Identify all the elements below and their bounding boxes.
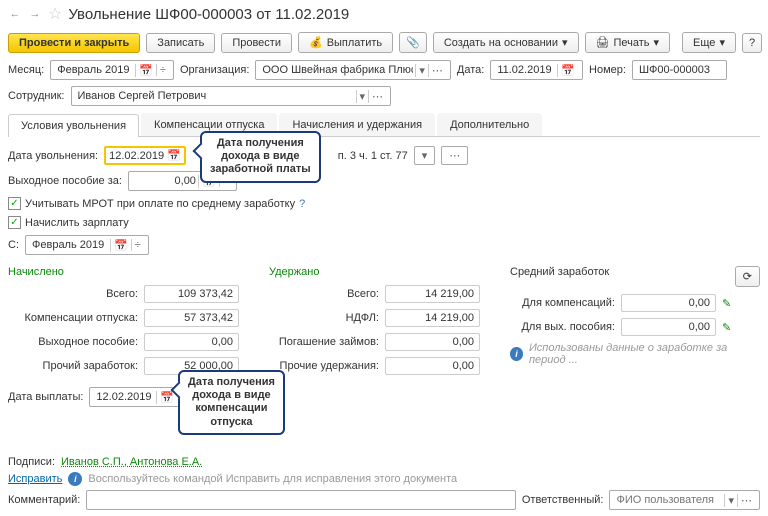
reason-suffix: п. 3 ч. 1 ст. 77: [338, 150, 408, 162]
total-wh: 14 219,00: [385, 285, 480, 303]
date-cal[interactable]: 📅: [557, 64, 578, 77]
info-icon-fix: i: [68, 472, 82, 486]
number-field[interactable]: [637, 63, 722, 77]
save-button[interactable]: Записать: [146, 33, 215, 53]
for-sev-val: 0,00: [621, 318, 716, 336]
post-button[interactable]: Провести: [221, 33, 292, 53]
other-label: Прочий заработок:: [8, 360, 138, 372]
ndfl-val: 14 219,00: [385, 309, 480, 327]
other-wh-label: Прочие удержания:: [269, 360, 379, 372]
month-label: Месяц:: [8, 64, 44, 76]
sev-sum-label: Выходное пособие:: [8, 336, 138, 348]
from-cal[interactable]: 📅: [110, 239, 131, 252]
ndfl-label: НДФЛ:: [269, 312, 379, 324]
total-acc: 109 373,42: [144, 285, 239, 303]
for-comp-val: 0,00: [621, 294, 716, 312]
month-field[interactable]: [55, 63, 135, 77]
fix-link[interactable]: Исправить: [8, 473, 62, 485]
comp-val: 57 373,42: [144, 309, 239, 327]
pencil-icon-2[interactable]: ✎: [722, 321, 731, 334]
loan-label: Погашение займов:: [269, 336, 379, 348]
chevron-down-icon: ▾: [562, 36, 568, 49]
create-based-button[interactable]: Создать на основании ▾: [433, 32, 579, 53]
pay-date-field[interactable]: [94, 390, 156, 404]
from-month-field[interactable]: [30, 238, 110, 252]
month-cal-icon[interactable]: 📅: [135, 64, 156, 77]
used-info: Использованы данные о заработке за перио…: [529, 342, 760, 366]
employee-field[interactable]: [76, 89, 356, 103]
dismiss-cal[interactable]: 📅: [167, 149, 181, 162]
for-comp-label: Для компенсаций:: [510, 297, 615, 309]
mrot-label: Учитывать МРОТ при оплате по среднему за…: [25, 198, 295, 210]
calc-salary-checkbox[interactable]: ✓: [8, 216, 21, 229]
number-label: Номер:: [589, 64, 626, 76]
calc-salary-label: Начислить зарплату: [25, 217, 129, 229]
mrot-checkbox[interactable]: ✓: [8, 197, 21, 210]
emp-drop[interactable]: ▾: [356, 90, 369, 103]
callout-income-date-comp: Дата получениядохода в видекомпенсацииот…: [178, 370, 285, 435]
create-based-label: Создать на основании: [444, 37, 558, 49]
org-open[interactable]: ⋯: [428, 64, 446, 77]
refresh-button[interactable]: ⟳: [735, 266, 760, 287]
comment-field[interactable]: [91, 493, 511, 507]
tab-additional[interactable]: Дополнительно: [437, 113, 542, 136]
signatures-label: Подписи:: [8, 456, 55, 468]
attach-button[interactable]: 📎: [399, 32, 427, 53]
more-label: Еще: [693, 37, 715, 49]
from-step[interactable]: ÷: [131, 239, 144, 251]
reason-open[interactable]: ⋯: [446, 149, 463, 162]
withheld-head: Удержано: [269, 266, 480, 282]
severance-label: Выходное пособие за:: [8, 175, 122, 187]
avg-head: Средний заработок: [510, 266, 609, 287]
org-field[interactable]: [260, 63, 415, 77]
from-label: С:: [8, 239, 19, 251]
accrued-head: Начислено: [8, 266, 239, 282]
pencil-icon[interactable]: ✎: [722, 297, 731, 310]
signatures-link[interactable]: Иванов С.П., Антонова Е.А.: [61, 456, 202, 468]
org-drop[interactable]: ▾: [415, 64, 428, 77]
date-label: Дата:: [457, 64, 484, 76]
resp-field[interactable]: [614, 493, 724, 507]
loan-val: 0,00: [385, 333, 480, 351]
pay-label: Выплатить: [327, 37, 382, 49]
severance-field[interactable]: [133, 174, 198, 188]
date-field[interactable]: [495, 63, 557, 77]
total-wh-label: Всего:: [269, 288, 379, 300]
total-label: Всего:: [8, 288, 138, 300]
org-label: Организация:: [180, 64, 249, 76]
for-sev-label: Для вых. пособия:: [510, 321, 615, 333]
post-close-button[interactable]: Провести и закрыть: [8, 33, 140, 53]
page-title: Увольнение ШФ00-000003 от 11.02.2019: [68, 6, 349, 23]
pay-date-label: Дата выплаты:: [8, 391, 83, 403]
print-label: Печать: [613, 37, 649, 49]
more-button[interactable]: Еще ▾: [682, 32, 736, 53]
resp-drop[interactable]: ▾: [724, 494, 737, 507]
other-wh-val: 0,00: [385, 357, 480, 375]
help-button[interactable]: ?: [742, 33, 762, 53]
resp-open[interactable]: ⋯: [737, 494, 755, 507]
fix-hint: Воспользуйтесь командой Исправить для ис…: [88, 473, 457, 485]
info-icon: i: [510, 347, 523, 361]
print-button[interactable]: 🖨 Печать ▾: [585, 32, 671, 53]
callout-income-date-salary: Дата получениядохода в видезаработной пл…: [200, 131, 321, 183]
emp-open[interactable]: ⋯: [368, 90, 386, 103]
sev-sum-val: 0,00: [144, 333, 239, 351]
nav-back-icon[interactable]: ←: [8, 7, 22, 21]
comment-label: Комментарий:: [8, 494, 80, 506]
resp-label: Ответственный:: [522, 494, 604, 506]
pay-button[interactable]: 💰Выплатить: [298, 32, 393, 53]
star-icon[interactable]: ☆: [48, 4, 62, 24]
nav-fwd-icon[interactable]: →: [28, 7, 42, 21]
tab-conditions[interactable]: Условия увольнения: [8, 114, 139, 137]
comp-label: Компенсации отпуска:: [8, 312, 138, 324]
mrot-help[interactable]: ?: [299, 198, 305, 210]
month-step-icon[interactable]: ÷: [156, 64, 169, 76]
employee-label: Сотрудник:: [8, 90, 65, 102]
dismiss-date-label: Дата увольнения:: [8, 150, 98, 162]
dismiss-date-field[interactable]: [109, 150, 167, 162]
reason-drop[interactable]: ▾: [419, 149, 431, 162]
